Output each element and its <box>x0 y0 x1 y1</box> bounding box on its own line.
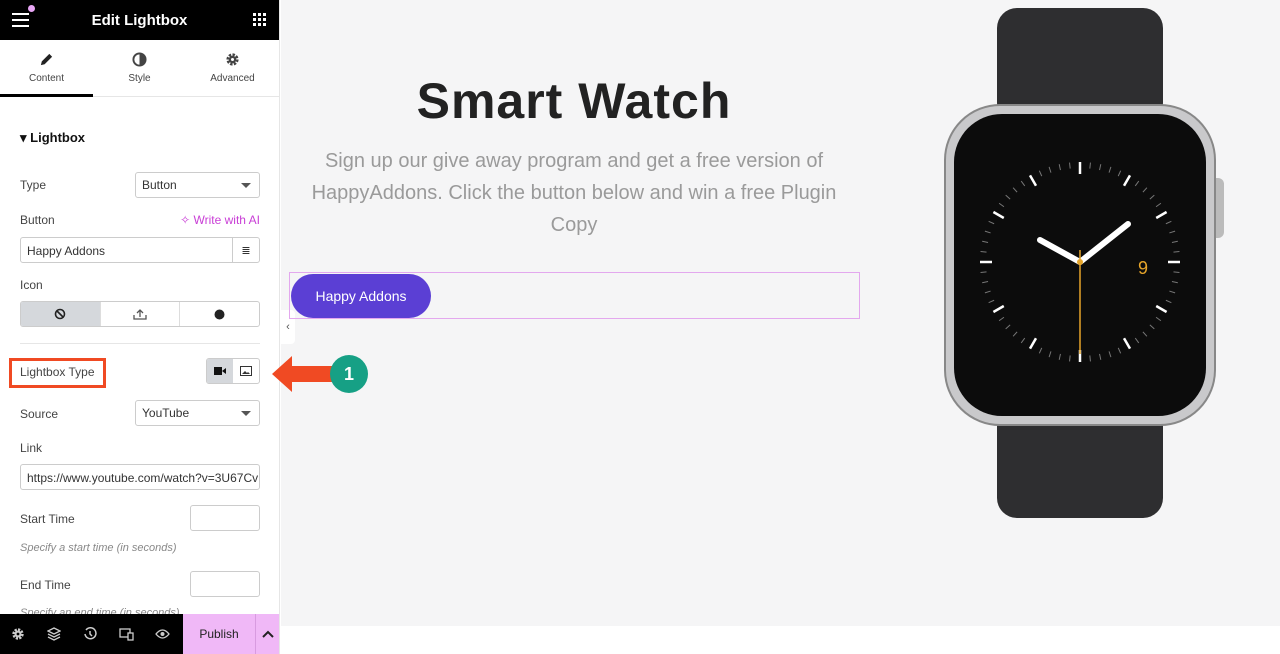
button-text-input[interactable]: Happy Addons ≣ <box>20 237 260 263</box>
video-icon[interactable] <box>207 359 233 383</box>
highlight-box <box>9 358 106 388</box>
lightbox-type-choice <box>206 358 260 384</box>
section-lightbox-toggle[interactable]: ▾ Lightbox <box>20 130 85 146</box>
type-select[interactable]: Button <box>135 172 260 198</box>
divider <box>20 343 260 344</box>
circle-icon[interactable] <box>180 302 259 326</box>
panel-footer: Publish <box>0 614 279 654</box>
settings-icon[interactable] <box>0 627 36 641</box>
page-description: Sign up our give away program and get a … <box>311 150 837 236</box>
step-badge: 1 <box>330 355 368 393</box>
section-title: Lightbox <box>30 130 86 145</box>
watch-tick <box>1089 162 1091 169</box>
publish-button[interactable]: Publish <box>183 614 255 654</box>
image-icon[interactable] <box>233 359 259 383</box>
panel-header: Edit Lightbox <box>0 0 279 40</box>
tab-advanced[interactable]: Advanced <box>186 40 279 96</box>
editor-panel: Edit Lightbox Content Style Advanced ▾ L… <box>0 0 280 654</box>
ai-label: Write with AI <box>193 213 260 227</box>
widgets-grid-icon[interactable] <box>253 13 266 26</box>
happy-addons-button[interactable]: Happy Addons <box>291 274 431 318</box>
tab-label: Style <box>128 73 151 84</box>
watch-tick <box>980 271 987 273</box>
preview-eye-icon[interactable] <box>144 629 180 639</box>
source-select[interactable]: YouTube <box>135 400 260 426</box>
dynamic-tags-icon[interactable]: ≣ <box>232 238 259 262</box>
icon-label: Icon <box>20 278 43 292</box>
write-with-ai-button[interactable]: ✧ Write with AI <box>180 213 260 227</box>
watch-tick <box>1069 355 1071 362</box>
pencil-icon <box>40 53 53 66</box>
button-label: Button <box>20 213 55 227</box>
start-time-label: Start Time <box>20 512 75 526</box>
responsive-icon[interactable] <box>108 627 144 641</box>
notification-dot <box>28 5 35 12</box>
half-circle-icon <box>132 52 147 67</box>
watch-tick <box>980 251 987 253</box>
watch-tick <box>1173 251 1180 253</box>
upload-icon[interactable] <box>101 302 181 326</box>
end-time-input[interactable] <box>190 571 260 597</box>
tab-style[interactable]: Style <box>93 40 186 96</box>
start-time-hint: Specify a start time (in seconds) <box>20 542 177 554</box>
icon-choice-group <box>20 301 260 327</box>
link-label: Link <box>20 441 43 455</box>
page-heading: Smart Watch <box>416 73 732 129</box>
link-input[interactable]: https://www.youtube.com/watch?v=3U67Cv <box>20 464 260 490</box>
tab-label: Content <box>28 73 65 84</box>
watch-tick <box>1069 162 1071 169</box>
tab-label: Advanced <box>210 73 255 84</box>
tab-content[interactable]: Content <box>0 40 93 97</box>
panel-title: Edit Lightbox <box>91 11 188 29</box>
hamburger-menu-icon[interactable] <box>12 13 29 31</box>
source-label: Source <box>20 407 59 421</box>
watch-tick <box>1173 271 1180 273</box>
button-text-value: Happy Addons <box>27 244 106 258</box>
type-label: Type <box>20 178 47 192</box>
smart-watch-image: 9 <box>944 8 1224 518</box>
end-time-label: End Time <box>20 578 71 592</box>
publish-options-chevron-up-icon[interactable] <box>255 614 279 654</box>
none-icon[interactable] <box>21 302 101 326</box>
gear-icon <box>226 53 239 66</box>
watch-tick <box>1089 355 1091 362</box>
watch-number: 9 <box>1138 258 1148 278</box>
layers-icon[interactable] <box>36 627 72 641</box>
start-time-input[interactable] <box>190 505 260 531</box>
history-icon[interactable] <box>72 627 108 641</box>
